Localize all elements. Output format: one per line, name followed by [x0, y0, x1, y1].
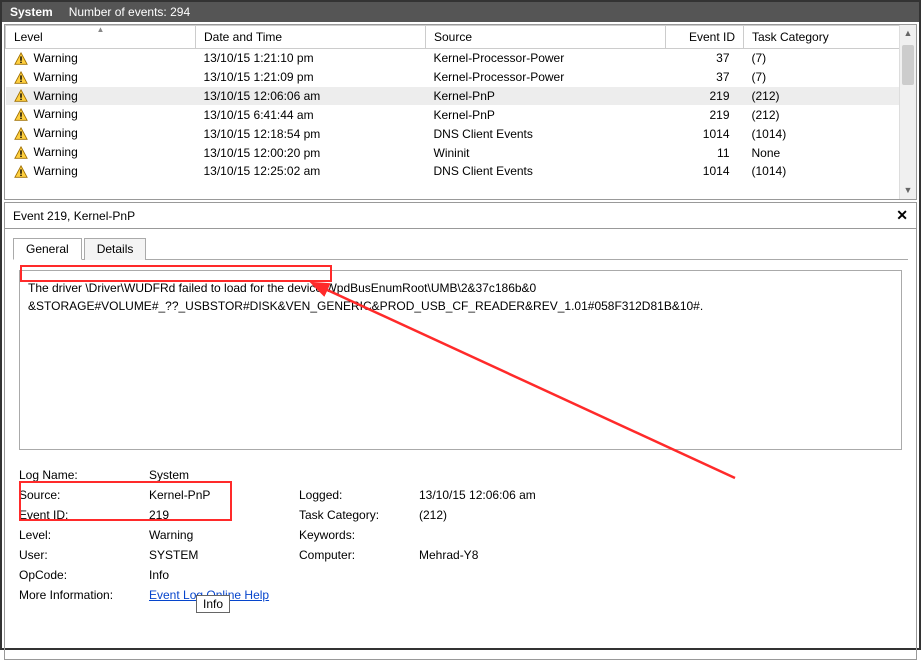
table-row[interactable]: Warning13/10/15 1:21:09 pmKernel-Process… — [6, 68, 916, 87]
label-eventid: Event ID: — [19, 508, 149, 522]
label-user: User: — [19, 548, 149, 562]
value-user: SYSTEM — [149, 548, 299, 562]
label-moreinfo: More Information: — [19, 588, 149, 602]
value-level: Warning — [149, 528, 299, 542]
label-level: Level: — [19, 528, 149, 542]
label-source: Source: — [19, 488, 149, 502]
event-description[interactable]: The driver \Driver\WUDFRd failed to load… — [19, 270, 902, 450]
value-eventid: 219 — [149, 508, 299, 522]
detail-title: Event 219, Kernel-PnP — [13, 209, 135, 223]
warning-icon — [14, 71, 28, 85]
warning-icon — [14, 108, 28, 122]
scroll-down-icon[interactable]: ▼ — [900, 182, 916, 199]
table-row[interactable]: Warning13/10/15 1:21:10 pmKernel-Process… — [6, 49, 916, 68]
vertical-scrollbar[interactable]: ▲ ▼ — [899, 25, 916, 199]
event-properties: Log Name: System Source: Kernel-PnP Logg… — [19, 468, 902, 602]
warning-icon — [14, 165, 28, 179]
tooltip-info: Info — [196, 595, 230, 613]
col-level[interactable]: ▲Level — [6, 26, 196, 49]
warning-icon — [14, 146, 28, 160]
label-computer: Computer: — [299, 548, 419, 562]
value-keywords — [419, 528, 619, 542]
table-row[interactable]: Warning13/10/15 12:18:54 pmDNS Client Ev… — [6, 124, 916, 143]
table-row[interactable]: Warning13/10/15 12:25:02 amDNS Client Ev… — [6, 162, 916, 181]
warning-icon — [14, 89, 28, 103]
scroll-thumb[interactable] — [902, 45, 914, 85]
tab-details[interactable]: Details — [84, 238, 147, 260]
table-header-row[interactable]: ▲Level Date and Time Source Event ID Tas… — [6, 26, 916, 49]
detail-tabs: General Details — [13, 237, 908, 260]
tab-general[interactable]: General — [13, 238, 82, 260]
value-taskcat: (212) — [419, 508, 619, 522]
log-header: System Number of events: 294 — [2, 2, 919, 22]
col-source[interactable]: Source — [426, 26, 666, 49]
label-keywords: Keywords: — [299, 528, 419, 542]
event-list-panel: ▲Level Date and Time Source Event ID Tas… — [4, 24, 917, 200]
value-computer: Mehrad-Y8 — [419, 548, 619, 562]
label-logname: Log Name: — [19, 468, 149, 482]
event-detail-panel: Event 219, Kernel-PnP ✕ General Details … — [4, 202, 917, 660]
value-opcode: Info — [149, 568, 299, 582]
col-eventid[interactable]: Event ID — [666, 26, 744, 49]
table-row[interactable]: Warning13/10/15 12:00:20 pmWininit11None — [6, 143, 916, 162]
table-row[interactable]: Warning13/10/15 12:06:06 amKernel-PnP219… — [6, 87, 916, 106]
col-task[interactable]: Task Category — [744, 26, 916, 49]
label-taskcat: Task Category: — [299, 508, 419, 522]
value-logged: 13/10/15 12:06:06 am — [419, 488, 619, 502]
tab-panel-general: The driver \Driver\WUDFRd failed to load… — [13, 260, 908, 651]
warning-icon — [14, 127, 28, 141]
table-row[interactable]: Warning13/10/15 6:41:44 amKernel-PnP219(… — [6, 105, 916, 124]
event-table[interactable]: ▲Level Date and Time Source Event ID Tas… — [5, 25, 916, 181]
scroll-up-icon[interactable]: ▲ — [900, 25, 916, 42]
value-logname: System — [149, 468, 299, 482]
event-count: Number of events: 294 — [69, 5, 190, 19]
value-source: Kernel-PnP — [149, 488, 299, 502]
close-icon[interactable]: ✕ — [896, 207, 908, 224]
label-opcode: OpCode: — [19, 568, 149, 582]
col-datetime[interactable]: Date and Time — [196, 26, 426, 49]
label-logged: Logged: — [299, 488, 419, 502]
warning-icon — [14, 52, 28, 66]
log-title: System — [10, 5, 53, 19]
